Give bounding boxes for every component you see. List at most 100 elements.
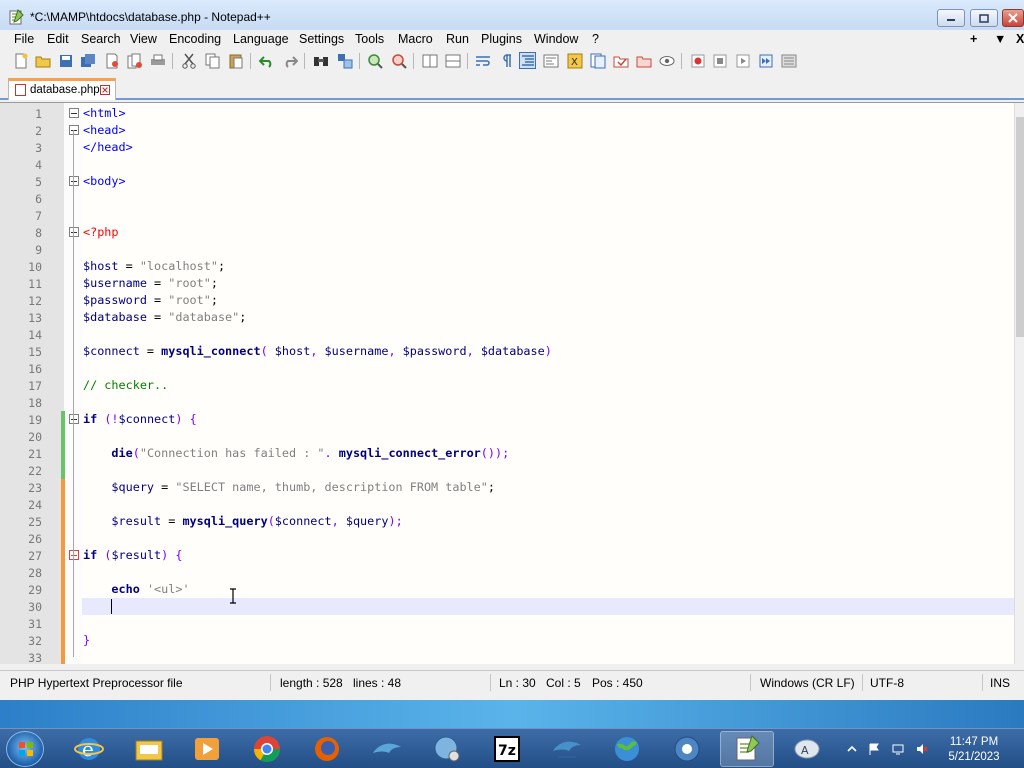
print-button[interactable] [149, 52, 166, 69]
code-line[interactable]: 1 <html> [0, 105, 1024, 122]
redo-button[interactable] [281, 52, 298, 69]
menu-help[interactable]: ? [592, 32, 599, 46]
code-line[interactable]: 5 <body> [0, 173, 1024, 190]
sync-vertical-button[interactable] [421, 52, 438, 69]
code-line[interactable]: 13 $database = "database"; [0, 309, 1024, 326]
close-button[interactable] [1002, 9, 1024, 27]
find-button[interactable] [312, 52, 329, 69]
menu-language[interactable]: Language [233, 32, 289, 46]
status-insert-mode[interactable]: INS [990, 676, 1010, 690]
status-encoding[interactable]: UTF-8 [870, 676, 904, 690]
code-line[interactable]: 12 $password = "root"; [0, 292, 1024, 309]
doc-map-button[interactable]: X [566, 52, 583, 69]
code-editor[interactable]: 1 <html> 2 <head> 3 </head> 4 5 <body> 6 7 8 <?php 9 1… [0, 102, 1024, 664]
taskbar-notepadpp[interactable] [720, 731, 774, 767]
tab-close-icon[interactable] [100, 85, 110, 95]
taskbar-firefox[interactable] [300, 731, 354, 767]
menu-plugins[interactable]: Plugins [481, 32, 522, 46]
close-all-button[interactable] [126, 52, 143, 69]
fold-toggle-icon[interactable] [69, 125, 79, 135]
code-line[interactable]: 30 [28, 598, 1014, 615]
menu-edit[interactable]: Edit [47, 32, 69, 46]
code-line[interactable]: 29 echo '<ul>' [0, 581, 1024, 598]
save-macro-button[interactable] [780, 52, 797, 69]
code-line[interactable]: 32} [0, 632, 1024, 649]
menu-encoding[interactable]: Encoding [169, 32, 221, 46]
menu-settings[interactable]: Settings [299, 32, 344, 46]
new-file-button[interactable] [12, 52, 29, 69]
code-line[interactable]: 6 [0, 190, 1024, 207]
taskbar-7zip[interactable]: 7z [480, 731, 534, 767]
sync-horizontal-button[interactable] [444, 52, 461, 69]
code-line[interactable]: 7 [0, 207, 1024, 224]
fold-toggle-icon[interactable] [69, 108, 79, 118]
run-macro-multiple-button[interactable] [757, 52, 774, 69]
function-list-button[interactable] [589, 52, 606, 69]
menu-search[interactable]: Search [81, 32, 121, 46]
code-line[interactable]: 14 [0, 326, 1024, 343]
code-line[interactable]: 17 // checker.. [0, 377, 1024, 394]
code-line[interactable]: 24 [0, 496, 1024, 513]
zoom-in-button[interactable] [366, 52, 383, 69]
code-line[interactable]: 18 [0, 394, 1024, 411]
replace-button[interactable] [336, 52, 353, 69]
code-line[interactable]: 21 die("Connection has failed : ". mysql… [0, 445, 1024, 462]
zoom-out-button[interactable] [390, 52, 407, 69]
code-line[interactable]: 8 <?php [0, 224, 1024, 241]
code-line[interactable]: 26 [0, 530, 1024, 547]
view-button[interactable] [658, 52, 675, 69]
code-line[interactable]: 25 $result = mysqli_query($connect, $que… [0, 513, 1024, 530]
cut-button[interactable] [180, 52, 197, 69]
play-macro-button[interactable] [734, 52, 751, 69]
network-icon[interactable] [892, 743, 904, 755]
taskbar-network-tool[interactable] [420, 731, 474, 767]
close-tab-menu-button[interactable]: X [1016, 32, 1024, 46]
menu-run[interactable]: Run [446, 32, 469, 46]
code-line[interactable]: 16 [0, 360, 1024, 377]
taskbar-browser-globe[interactable] [600, 731, 654, 767]
menu-macro[interactable]: Macro [398, 32, 433, 46]
code-line[interactable]: 20 [0, 428, 1024, 445]
tab-database-php[interactable]: database.php [8, 78, 116, 100]
show-hidden-icons-icon[interactable] [846, 743, 858, 755]
fold-toggle-icon[interactable] [69, 414, 79, 424]
menu-tools[interactable]: Tools [355, 32, 384, 46]
minimize-button[interactable] [937, 9, 965, 27]
code-line[interactable]: 2 <head> [0, 122, 1024, 139]
taskbar-media-player[interactable] [180, 731, 234, 767]
tab-list-button[interactable]: ▼ [994, 32, 1006, 46]
code-line[interactable]: 33 [0, 649, 1024, 664]
udl-button[interactable] [542, 52, 559, 69]
maximize-button[interactable] [970, 9, 998, 27]
show-all-chars-button[interactable] [497, 52, 514, 69]
code-line[interactable]: 3 </head> [0, 139, 1024, 156]
code-line[interactable]: 23 $query = "SELECT name, thumb, descrip… [0, 479, 1024, 496]
monitoring-button[interactable] [635, 52, 652, 69]
scrollbar-thumb[interactable] [1016, 117, 1024, 337]
code-line[interactable]: 15 $connect = mysqli_connect( $host, $use… [0, 343, 1024, 360]
code-line[interactable]: 22 [0, 462, 1024, 479]
flag-icon[interactable] [868, 743, 880, 755]
new-tab-button[interactable]: + [970, 32, 977, 46]
record-macro-button[interactable] [689, 52, 706, 69]
taskbar-language-bar[interactable]: A [780, 731, 834, 767]
code-line[interactable]: 10 $host = "localhost"; [0, 258, 1024, 275]
code-line[interactable]: 27 if ($result) { [0, 547, 1024, 564]
menu-view[interactable]: View [130, 32, 157, 46]
save-button[interactable] [57, 52, 74, 69]
code-line[interactable]: 9 [0, 241, 1024, 258]
code-line[interactable]: 31 [0, 615, 1024, 632]
word-wrap-button[interactable] [474, 52, 491, 69]
menu-file[interactable]: File [14, 32, 34, 46]
code-line[interactable]: 19 if (!$connect) { [0, 411, 1024, 428]
code-line[interactable]: 28 [0, 564, 1024, 581]
volume-muted-icon[interactable] [916, 743, 928, 755]
paste-button[interactable] [227, 52, 244, 69]
start-button[interactable] [6, 731, 44, 767]
close-file-button[interactable] [103, 52, 120, 69]
taskbar-chrome[interactable] [240, 731, 294, 767]
code-line[interactable]: 11 $username = "root"; [0, 275, 1024, 292]
indent-guide-button[interactable] [519, 52, 536, 69]
menu-window[interactable]: Window [534, 32, 578, 46]
folder-workspace-button[interactable] [612, 52, 629, 69]
